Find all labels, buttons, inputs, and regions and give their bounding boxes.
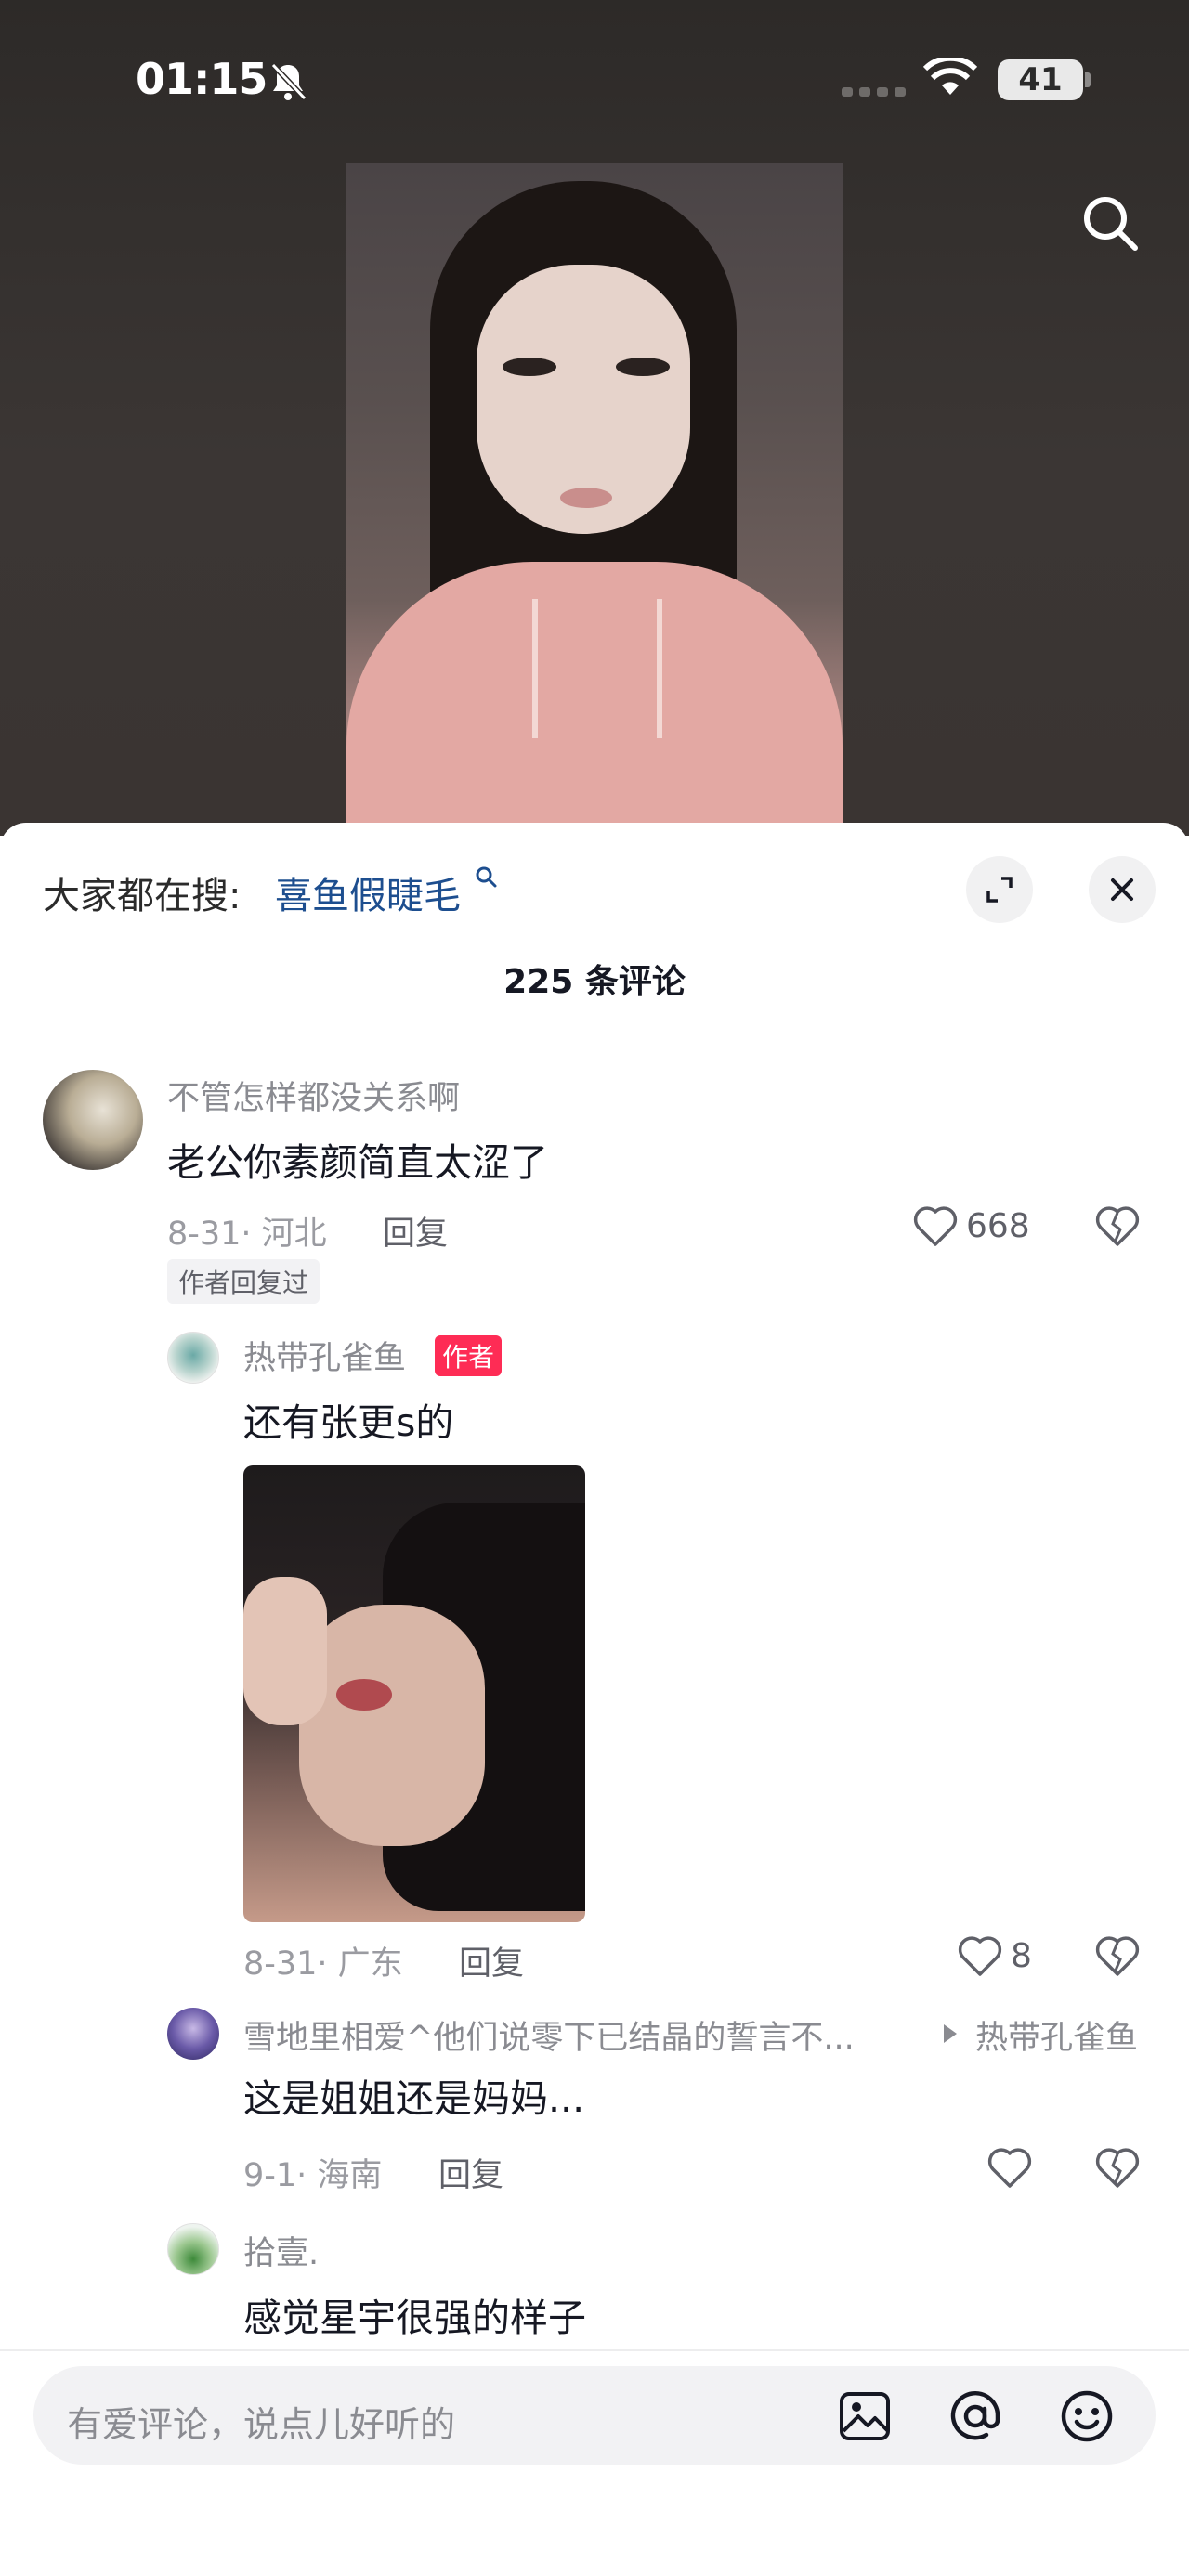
close-button[interactable] bbox=[1089, 856, 1156, 923]
reply-text[interactable]: 这是姐姐还是妈妈... bbox=[243, 2067, 584, 2123]
video-figure-eye bbox=[616, 358, 670, 376]
hot-search-term-text: 喜鱼假睫毛 bbox=[275, 875, 461, 917]
video-figure-lips bbox=[560, 488, 612, 508]
search-icon bbox=[476, 866, 497, 888]
comment-sheet: 大家都在搜: 喜鱼假睫毛 225 条评论 不管怎样都没关系啊 老公你素颜简直太涩… bbox=[0, 823, 1189, 2576]
comment-input[interactable]: 有爱评论，说点儿好听的 bbox=[33, 2366, 1156, 2465]
wifi-icon bbox=[923, 58, 977, 95]
reply-to-username[interactable]: 热带孔雀鱼 bbox=[975, 2011, 1138, 2059]
dislike-icon[interactable] bbox=[1094, 2145, 1141, 2190]
reply-username[interactable]: 拾壹. bbox=[243, 2227, 319, 2274]
author-tag: 作者 bbox=[435, 1335, 503, 1376]
reply-text[interactable]: 感觉星宇很强的样子 bbox=[243, 2286, 586, 2342]
expand-button[interactable] bbox=[966, 856, 1033, 923]
video-figure-collar bbox=[532, 599, 662, 738]
reply-image-hand bbox=[243, 1577, 327, 1725]
video-figure-eye bbox=[503, 358, 556, 376]
reply-arrow-icon bbox=[944, 2024, 957, 2043]
like-icon[interactable] bbox=[957, 1933, 1003, 1978]
reply-image[interactable] bbox=[243, 1465, 585, 1922]
reply-image-face bbox=[299, 1605, 485, 1846]
dislike-icon[interactable] bbox=[1094, 1203, 1141, 1248]
reply-button[interactable]: 回复 bbox=[459, 1937, 524, 1984]
hot-search-term[interactable]: 喜鱼假睫毛 bbox=[275, 865, 499, 919]
emoji-icon[interactable] bbox=[1059, 2388, 1115, 2444]
video-thumbnail[interactable] bbox=[346, 163, 843, 836]
battery-icon: 41 bbox=[998, 59, 1083, 100]
avatar[interactable] bbox=[43, 1070, 143, 1170]
image-icon[interactable] bbox=[838, 2390, 892, 2442]
reply-button[interactable]: 回复 bbox=[383, 1207, 448, 1255]
reply-username[interactable]: 雪地里相爱^他们说零下已结晶的誓言不... bbox=[243, 2011, 855, 2059]
at-icon[interactable] bbox=[947, 2388, 1003, 2444]
comment-date-location: 8-31· 河北 bbox=[167, 1216, 327, 1253]
bell-slash-icon bbox=[270, 62, 307, 101]
author-replied-badge: 作者回复过 bbox=[167, 1259, 320, 1304]
like-icon[interactable] bbox=[912, 1203, 959, 1248]
expand-icon bbox=[986, 877, 1013, 903]
reply-username[interactable]: 热带孔雀鱼 bbox=[243, 1332, 406, 1379]
battery-level: 41 bbox=[1018, 61, 1063, 98]
avatar[interactable] bbox=[167, 2223, 219, 2275]
signal-dots-icon bbox=[842, 87, 906, 97]
reply-date-location: 9-1· 海南 bbox=[243, 2157, 383, 2194]
like-icon[interactable] bbox=[986, 2145, 1033, 2190]
comment-count-title: 225 条评论 bbox=[503, 963, 686, 1001]
comment-username[interactable]: 不管怎样都没关系啊 bbox=[167, 1072, 460, 1119]
hot-search-label: 大家都在搜: bbox=[43, 875, 242, 917]
reply-text[interactable]: 还有张更s的 bbox=[243, 1391, 453, 1447]
status-time: 01:15 bbox=[136, 54, 268, 104]
battery-tip bbox=[1085, 72, 1091, 87]
comment-text[interactable]: 老公你素颜简直太涩了 bbox=[167, 1131, 548, 1187]
input-divider bbox=[0, 2349, 1189, 2351]
close-icon bbox=[1111, 878, 1133, 901]
reply-image-mouth bbox=[336, 1679, 392, 1711]
reply-button[interactable]: 回复 bbox=[438, 2149, 503, 2196]
avatar[interactable] bbox=[167, 2008, 219, 2060]
like-count: 668 bbox=[966, 1207, 1030, 1245]
comment-input-placeholder: 有爱评论，说点儿好听的 bbox=[67, 2404, 456, 2445]
search-icon[interactable] bbox=[1078, 190, 1143, 255]
like-count: 8 bbox=[1011, 1937, 1032, 1975]
avatar[interactable] bbox=[167, 1332, 219, 1384]
reply-date-location: 8-31· 广东 bbox=[243, 1945, 403, 1983]
dislike-icon[interactable] bbox=[1094, 1933, 1141, 1978]
